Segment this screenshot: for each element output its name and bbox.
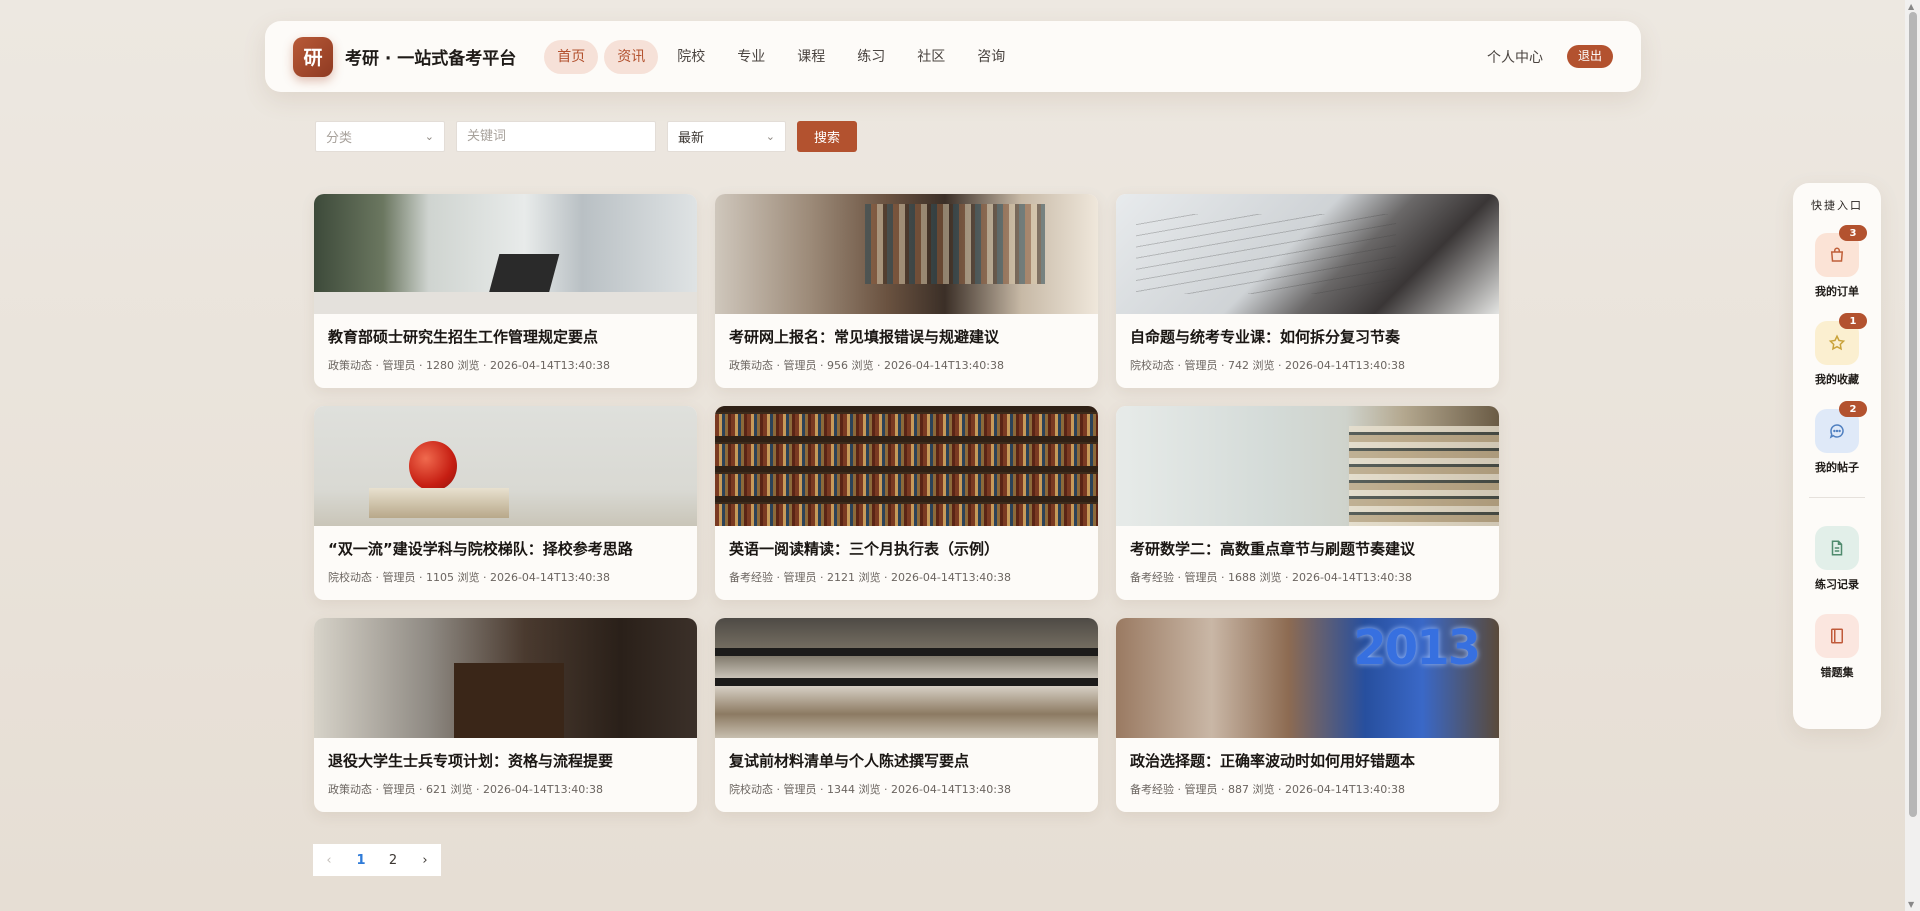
quick-item-practice-records[interactable]: 练习记录 xyxy=(1815,526,1859,592)
document-icon xyxy=(1815,526,1859,570)
logo-icon[interactable]: 研 xyxy=(293,36,333,77)
article-card[interactable]: “双一流”建设学科与院校梯队：择校参考思路 院校动态 · 管理员 · 1105 … xyxy=(314,406,697,600)
scroll-up-icon[interactable]: ▲ xyxy=(1908,2,1914,11)
article-image[interactable] xyxy=(1116,194,1499,314)
nav-item-news[interactable]: 资讯 xyxy=(604,39,659,74)
quick-item-label: 错题集 xyxy=(1820,666,1854,679)
article-meta: 政策动态 · 管理员 · 1280 浏览 · 2026-04-14T13:40:… xyxy=(328,359,611,372)
quick-divider xyxy=(1809,497,1865,498)
article-title[interactable]: 考研数学二：高数重点章节与刷题节奏建议 xyxy=(1130,538,1485,559)
article-meta: 备考经验 · 管理员 · 2121 浏览 · 2026-04-14T13:40:… xyxy=(729,571,1012,584)
scrollbar-thumb[interactable] xyxy=(1909,12,1917,817)
article-meta: 院校动态 · 管理员 · 742 浏览 · 2026-04-14T13:40:3… xyxy=(1130,359,1406,372)
nav-item-practice[interactable]: 练习 xyxy=(844,40,898,74)
article-image[interactable] xyxy=(715,406,1098,526)
quick-item-orders[interactable]: 3 我的订单 xyxy=(1815,225,1867,299)
quick-access-panel: 快捷入口 3 我的订单 1 我的收藏 2 我的帖子 练习记录 错题集 xyxy=(1793,183,1881,729)
article-title[interactable]: 退役大学生士兵专项计划：资格与流程提要 xyxy=(328,750,683,771)
article-image[interactable] xyxy=(1116,618,1499,738)
article-card[interactable]: 教育部硕士研究生招生工作管理规定要点 政策动态 · 管理员 · 1280 浏览 … xyxy=(314,194,697,388)
top-navbar: 研 考研 · 一站式备考平台 首页 资讯 院校 专业 课程 练习 社区 咨询 个… xyxy=(265,21,1641,92)
article-card[interactable]: 复试前材料清单与个人陈述撰写要点 院校动态 · 管理员 · 1344 浏览 · … xyxy=(715,618,1098,812)
article-card[interactable]: 自命题与统考专业课：如何拆分复习节奏 院校动态 · 管理员 · 742 浏览 ·… xyxy=(1116,194,1499,388)
brand-title[interactable]: 考研 · 一站式备考平台 xyxy=(345,44,516,69)
posts-badge: 2 xyxy=(1839,401,1867,417)
quick-item-label: 我的订单 xyxy=(1815,285,1859,298)
article-card[interactable]: 英语一阅读精读：三个月执行表（示例） 备考经验 · 管理员 · 2121 浏览 … xyxy=(715,406,1098,600)
favorites-badge: 1 xyxy=(1839,313,1867,329)
article-title[interactable]: 复试前材料清单与个人陈述撰写要点 xyxy=(729,750,1084,771)
nav-item-schools[interactable]: 院校 xyxy=(664,40,718,74)
article-image[interactable] xyxy=(314,618,697,738)
article-image[interactable] xyxy=(715,194,1098,314)
nav-item-community[interactable]: 社区 xyxy=(904,40,958,74)
scroll-down-icon[interactable]: ▼ xyxy=(1908,900,1914,909)
page-button-1[interactable]: 1 xyxy=(345,844,377,876)
pagination: ‹ 1 2 › xyxy=(313,844,441,876)
quick-item-label: 练习记录 xyxy=(1815,578,1859,591)
category-select[interactable]: 分类 ⌄ xyxy=(315,121,445,152)
orders-badge: 3 xyxy=(1839,225,1867,241)
chevron-down-icon: ⌄ xyxy=(765,130,775,143)
header-actions: 个人中心 退出 xyxy=(1487,45,1613,68)
sort-select-value: 最新 xyxy=(678,131,705,146)
sort-select[interactable]: 最新 ⌄ xyxy=(667,121,786,152)
article-title[interactable]: “双一流”建设学科与院校梯队：择校参考思路 xyxy=(328,538,683,559)
article-grid: 教育部硕士研究生招生工作管理规定要点 政策动态 · 管理员 · 1280 浏览 … xyxy=(314,194,1499,812)
article-meta: 院校动态 · 管理员 · 1105 浏览 · 2026-04-14T13:40:… xyxy=(328,571,611,584)
article-meta: 政策动态 · 管理员 · 621 浏览 · 2026-04-14T13:40:3… xyxy=(328,783,604,796)
article-image[interactable] xyxy=(1116,406,1499,526)
user-center-link[interactable]: 个人中心 xyxy=(1487,47,1543,67)
article-meta: 政策动态 · 管理员 · 956 浏览 · 2026-04-14T13:40:3… xyxy=(729,359,1005,372)
chevron-down-icon: ⌄ xyxy=(424,130,434,143)
category-select-placeholder: 分类 xyxy=(326,131,353,146)
article-card[interactable]: 退役大学生士兵专项计划：资格与流程提要 政策动态 · 管理员 · 621 浏览 … xyxy=(314,618,697,812)
article-card[interactable]: 政治选择题：正确率波动时如何用好错题本 备考经验 · 管理员 · 887 浏览 … xyxy=(1116,618,1499,812)
article-card[interactable]: 考研数学二：高数重点章节与刷题节奏建议 备考经验 · 管理员 · 1688 浏览… xyxy=(1116,406,1499,600)
article-title[interactable]: 教育部硕士研究生招生工作管理规定要点 xyxy=(328,326,683,347)
quick-item-label: 我的帖子 xyxy=(1815,461,1859,474)
notebook-icon xyxy=(1815,614,1859,658)
article-title[interactable]: 考研网上报名：常见填报错误与规避建议 xyxy=(729,326,1084,347)
article-card[interactable]: 考研网上报名：常见填报错误与规避建议 政策动态 · 管理员 · 956 浏览 ·… xyxy=(715,194,1098,388)
article-meta: 备考经验 · 管理员 · 1688 浏览 · 2026-04-14T13:40:… xyxy=(1130,571,1413,584)
nav-item-majors[interactable]: 专业 xyxy=(724,40,778,74)
article-title[interactable]: 英语一阅读精读：三个月执行表（示例） xyxy=(729,538,1084,559)
prev-page-button[interactable]: ‹ xyxy=(313,844,345,876)
page-scrollbar[interactable]: ▲ ▼ xyxy=(1905,0,1920,911)
page-button-2[interactable]: 2 xyxy=(377,844,409,876)
quick-access-title: 快捷入口 xyxy=(1811,199,1863,212)
article-image[interactable] xyxy=(314,194,697,314)
article-meta: 备考经验 · 管理员 · 887 浏览 · 2026-04-14T13:40:3… xyxy=(1130,783,1406,796)
quick-item-label: 我的收藏 xyxy=(1815,373,1859,386)
article-meta: 院校动态 · 管理员 · 1344 浏览 · 2026-04-14T13:40:… xyxy=(729,783,1012,796)
quick-item-favorites[interactable]: 1 我的收藏 xyxy=(1815,313,1867,387)
logout-button[interactable]: 退出 xyxy=(1566,45,1613,68)
nav-item-courses[interactable]: 课程 xyxy=(784,40,838,74)
quick-item-posts[interactable]: 2 我的帖子 xyxy=(1815,401,1867,475)
article-title[interactable]: 政治选择题：正确率波动时如何用好错题本 xyxy=(1130,750,1485,771)
next-page-button[interactable]: › xyxy=(409,844,441,876)
keyword-input[interactable] xyxy=(456,121,656,152)
filter-bar: 分类 ⌄ 最新 ⌄ 搜索 xyxy=(315,121,857,152)
main-nav: 首页 资讯 院校 专业 课程 练习 社区 咨询 xyxy=(544,39,1018,74)
article-title[interactable]: 自命题与统考专业课：如何拆分复习节奏 xyxy=(1130,326,1485,347)
quick-item-wrong-questions[interactable]: 错题集 xyxy=(1815,614,1859,680)
search-button[interactable]: 搜索 xyxy=(797,121,857,152)
article-image[interactable] xyxy=(314,406,697,526)
nav-item-consult[interactable]: 咨询 xyxy=(964,40,1018,74)
nav-item-home[interactable]: 首页 xyxy=(544,39,599,74)
article-image[interactable] xyxy=(715,618,1098,738)
